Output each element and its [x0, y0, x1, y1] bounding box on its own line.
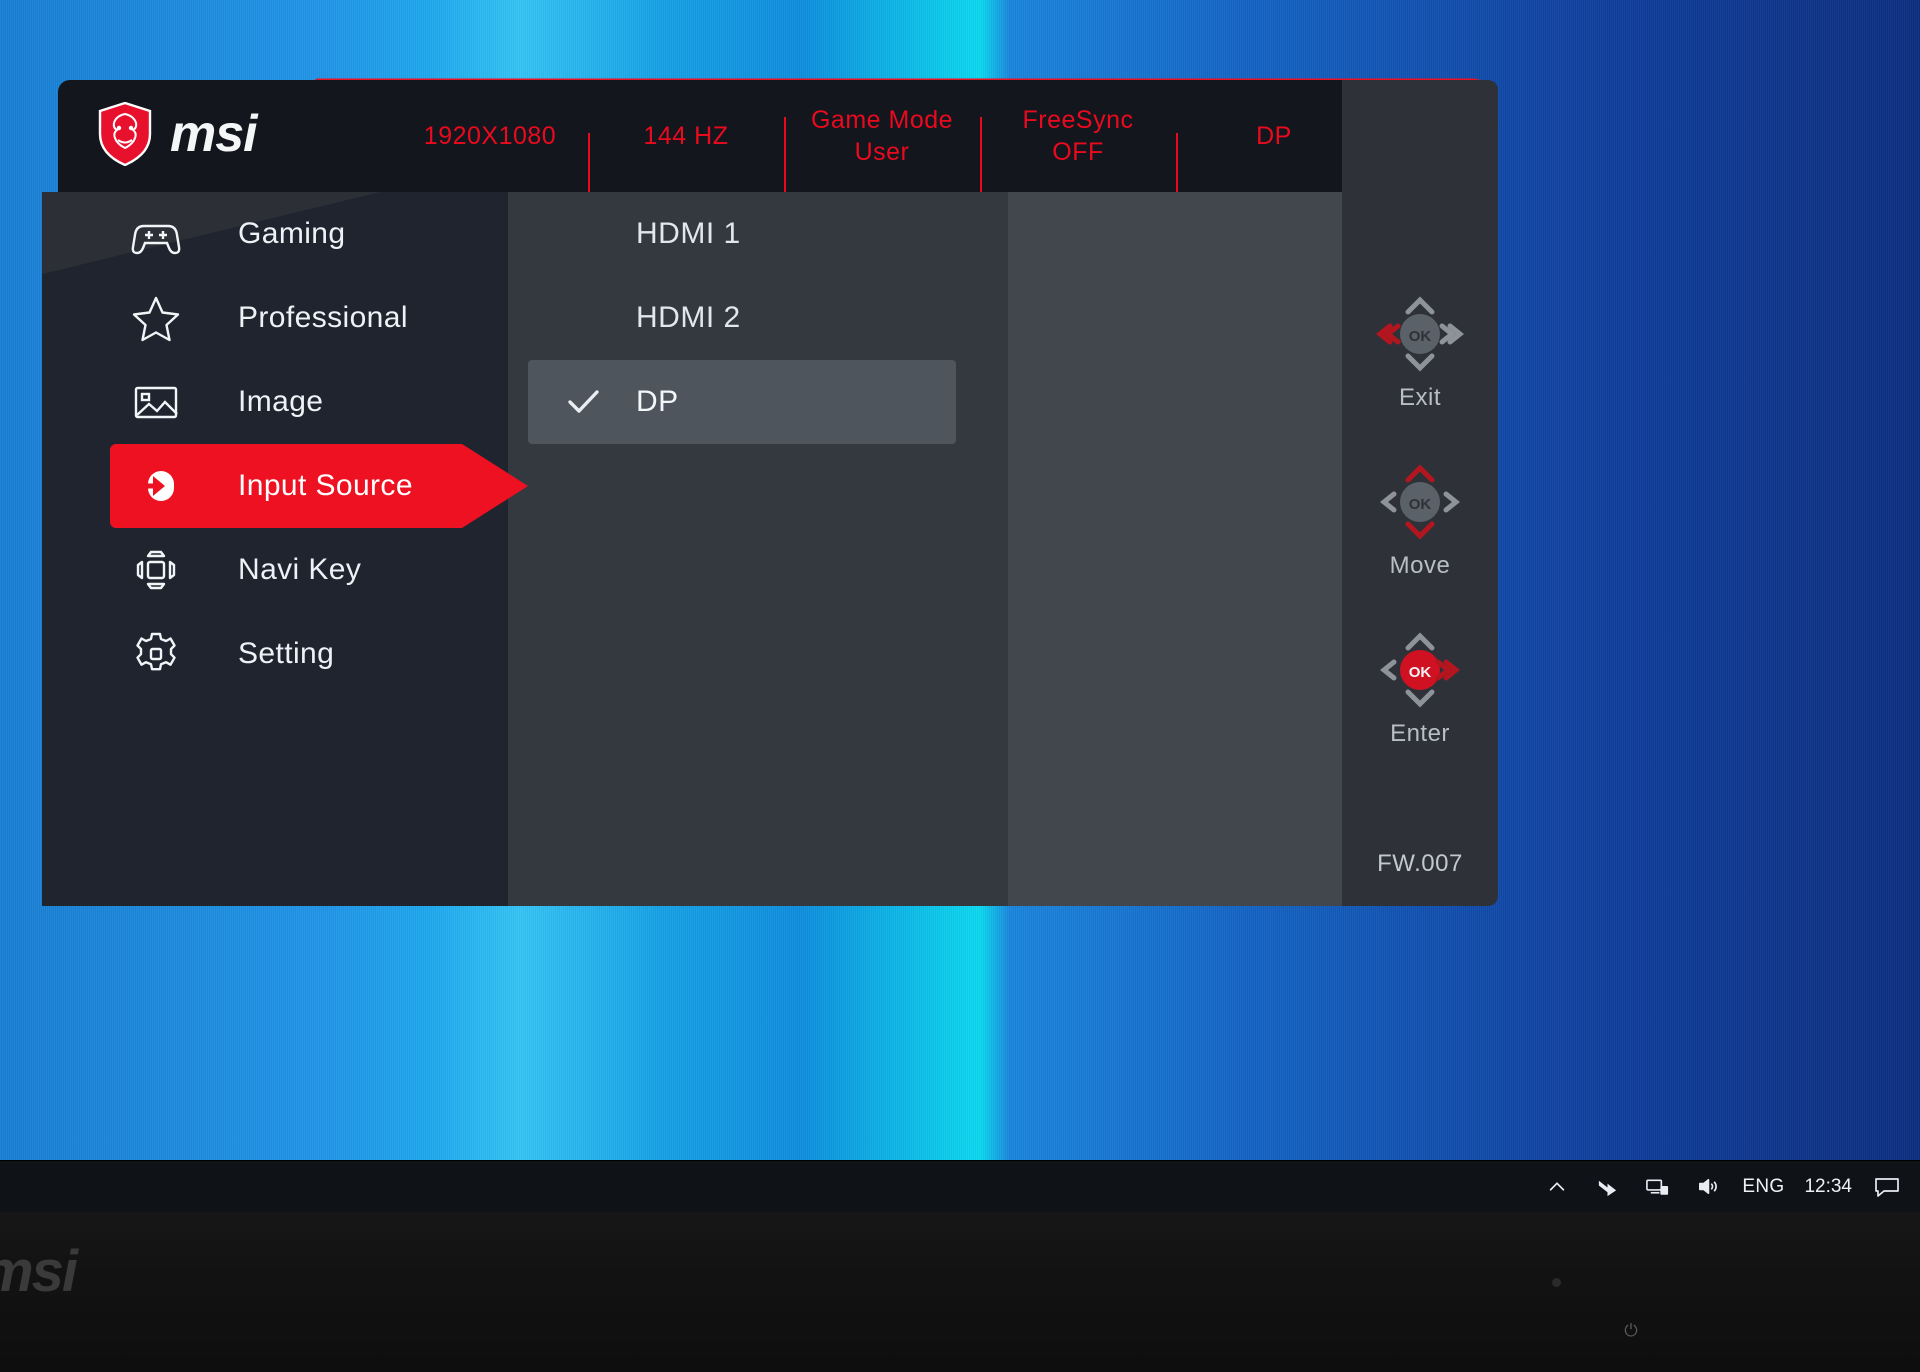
bezel-msi-logo: msi [0, 1239, 78, 1304]
msi-logo: msi [98, 102, 258, 166]
msi-dragon-shield-icon [98, 102, 152, 166]
status-item-refresh-rate: 144 HZ [588, 120, 784, 213]
msi-wordmark: msi [170, 105, 258, 163]
status-line1: Game Mode [810, 106, 954, 134]
status-line1: FreeSync [1022, 106, 1134, 134]
osd-navkey-panel: OK Exit OK Move OK Enter FW.007 [1342, 80, 1498, 906]
input-arrow-icon [130, 460, 182, 512]
sidebar-item-professional[interactable]: Professional [42, 276, 532, 360]
sidebar-item-label: Setting [238, 637, 335, 670]
sidebar-item-label: Navi Key [238, 553, 362, 586]
option-hdmi-2[interactable]: HDMI 2 [508, 276, 1008, 360]
navkey-ok-label: OK [1409, 496, 1432, 513]
dpad-icon [130, 544, 182, 596]
status-item-freesync: FreeSync OFF [980, 104, 1176, 197]
navkey-dial[interactable]: OK [1360, 454, 1480, 550]
navkey-label: Move [1389, 552, 1451, 579]
navkey-dial[interactable]: OK [1360, 622, 1480, 718]
status-line1: DP [1256, 122, 1292, 150]
status-line2: OFF [1052, 138, 1104, 166]
taskbar-clock[interactable]: 12:34 [1804, 1176, 1852, 1198]
navkey-cluster-enter: OK Enter [1342, 622, 1498, 748]
sidebar-item-input-source[interactable]: Input Source [42, 444, 532, 528]
navkey-cluster-exit: OK Exit [1342, 286, 1498, 412]
sidebar-item-image[interactable]: Image [42, 360, 532, 444]
power-icon[interactable]: ⏻ [1624, 1322, 1638, 1339]
navkey-ok-label: OK [1409, 664, 1432, 681]
star-icon [130, 292, 182, 344]
navkey-label: Enter [1390, 720, 1450, 747]
gamepad-icon [130, 208, 182, 260]
input-source-options: HDMI 1 HDMI 2 DP [508, 192, 1008, 444]
monitor-bezel: msi ⏻ [0, 1212, 1920, 1372]
notification-icon[interactable] [1872, 1172, 1902, 1202]
sidebar-item-label: Professional [238, 301, 408, 334]
option-dp[interactable]: DP [528, 360, 956, 444]
sidebar-item-navi-key[interactable]: Navi Key [42, 528, 532, 612]
navkey-cluster-move: OK Move [1342, 454, 1498, 580]
sidebar-item-gaming[interactable]: Gaming [42, 192, 532, 276]
osd-status-bar: 1920X1080 144 HZ Game Mode User FreeSync… [392, 80, 1372, 213]
monitor-osd: msi 1920X1080 144 HZ Game Mode User Free… [42, 66, 1498, 906]
option-label: DP [636, 385, 679, 418]
status-item-game-mode: Game Mode User [784, 104, 980, 197]
option-label: HDMI 1 [636, 217, 741, 250]
check-icon [562, 381, 604, 423]
chevron-up-icon[interactable] [1542, 1172, 1572, 1202]
option-label: HDMI 2 [636, 301, 741, 334]
volume-icon[interactable] [1692, 1172, 1722, 1202]
status-line1: 1920X1080 [423, 122, 557, 150]
gear-icon [130, 628, 182, 680]
status-line2: User [854, 138, 910, 166]
navkey-dial[interactable]: OK [1360, 286, 1480, 382]
taskbar-language[interactable]: ENG [1742, 1176, 1784, 1198]
bezel-sensor-dot [1552, 1278, 1561, 1287]
picture-icon [130, 376, 182, 428]
navkey-ok-label: OK [1409, 328, 1432, 345]
status-item-resolution: 1920X1080 [392, 120, 588, 152]
sidebar-item-label: Input Source [238, 469, 413, 502]
option-hdmi-1[interactable]: HDMI 1 [508, 192, 1008, 276]
firmware-version: FW.007 [1377, 850, 1463, 877]
osd-submenu-column [1008, 192, 1342, 906]
status-line1: 144 HZ [643, 122, 729, 150]
osd-main-menu: Gaming Professional Image Input Source N… [42, 192, 532, 696]
windows-taskbar: ENG 12:34 [0, 1160, 1920, 1212]
network-icon[interactable] [1642, 1172, 1672, 1202]
navkey-label: Exit [1398, 384, 1441, 411]
sidebar-item-label: Image [238, 385, 324, 418]
sidebar-item-setting[interactable]: Setting [42, 612, 532, 696]
sidebar-item-label: Gaming [238, 217, 346, 250]
onedrive-icon[interactable] [1592, 1172, 1622, 1202]
